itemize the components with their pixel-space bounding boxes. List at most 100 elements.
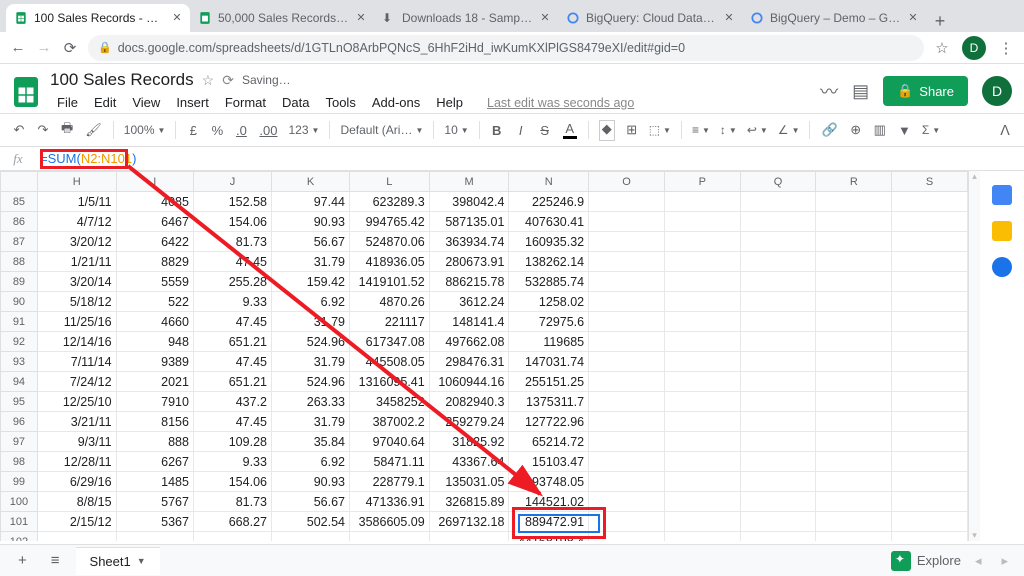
menu-view[interactable]: View (125, 92, 167, 113)
cell[interactable] (664, 232, 740, 252)
comment-button[interactable]: ⊕ (845, 118, 867, 142)
cell[interactable] (664, 432, 740, 452)
add-sheet-button[interactable]: + (10, 548, 35, 573)
cell[interactable]: 445508.05 (350, 352, 430, 372)
cell[interactable] (271, 532, 349, 542)
row-header[interactable]: 88 (1, 252, 38, 272)
cell[interactable]: 47.45 (193, 412, 271, 432)
cell[interactable] (892, 292, 968, 312)
grid-scroll[interactable]: HIJKLMNOPQRS 851/5/114085152.5897.446232… (0, 171, 968, 541)
cell[interactable]: 11/25/16 (37, 312, 116, 332)
percent-button[interactable]: % (206, 119, 228, 142)
cell[interactable] (589, 532, 665, 542)
cell[interactable]: 2/15/12 (37, 512, 116, 532)
chart-button[interactable]: ▥ (869, 118, 891, 142)
functions-button[interactable]: Σ▼ (918, 121, 944, 139)
cell[interactable] (816, 212, 892, 232)
cell[interactable]: 144521.02 (509, 492, 589, 512)
cell[interactable] (816, 472, 892, 492)
column-header[interactable]: P (664, 172, 740, 192)
cell[interactable] (740, 352, 816, 372)
cell[interactable]: 524.96 (271, 372, 349, 392)
cell[interactable] (816, 512, 892, 532)
cell[interactable]: 1316095.41 (350, 372, 430, 392)
browser-tab[interactable]: BigQuery: Cloud Data Wareho ✕ (558, 4, 742, 32)
cell[interactable]: 3458252 (350, 392, 430, 412)
cell[interactable]: 12/25/10 (37, 392, 116, 412)
cell[interactable] (589, 472, 665, 492)
cell[interactable] (740, 452, 816, 472)
currency-button[interactable]: £ (182, 119, 204, 142)
cell[interactable]: 127722.96 (509, 412, 589, 432)
cell[interactable]: 363934.74 (429, 232, 509, 252)
cell[interactable]: 154.06 (193, 472, 271, 492)
cell[interactable]: 948 (116, 332, 193, 352)
cell[interactable] (740, 252, 816, 272)
profile-avatar[interactable]: D (962, 36, 986, 60)
cell[interactable] (589, 512, 665, 532)
cell[interactable] (892, 352, 968, 372)
kebab-icon[interactable]: ⋮ (998, 40, 1014, 56)
cell[interactable]: 5/18/12 (37, 292, 116, 312)
cell[interactable] (589, 332, 665, 352)
cell[interactable] (589, 372, 665, 392)
cell[interactable] (816, 432, 892, 452)
cell[interactable]: 9.33 (193, 452, 271, 472)
cell[interactable] (740, 412, 816, 432)
cell[interactable]: 43367.64 (429, 452, 509, 472)
cell[interactable]: 1375311.7 (509, 392, 589, 412)
cell[interactable] (740, 272, 816, 292)
cell[interactable]: 5559 (116, 272, 193, 292)
cell[interactable]: 617347.08 (350, 332, 430, 352)
cell[interactable]: 398042.4 (429, 192, 509, 212)
borders-button[interactable]: ⊞ (621, 118, 643, 142)
paint-format-button[interactable]: 🖌 (80, 118, 107, 142)
cell[interactable]: 3586605.09 (350, 512, 430, 532)
cell[interactable]: 47.45 (193, 252, 271, 272)
cell[interactable] (740, 372, 816, 392)
row-header[interactable]: 90 (1, 292, 38, 312)
cell[interactable]: 225246.9 (509, 192, 589, 212)
cell[interactable]: 1/5/11 (37, 192, 116, 212)
cell[interactable] (816, 272, 892, 292)
cell[interactable] (740, 232, 816, 252)
menu-addons[interactable]: Add-ons (365, 92, 427, 113)
cell[interactable] (892, 252, 968, 272)
row-header[interactable]: 86 (1, 212, 38, 232)
cell[interactable] (816, 412, 892, 432)
row-header[interactable]: 89 (1, 272, 38, 292)
cell[interactable]: 6467 (116, 212, 193, 232)
cell[interactable]: 1060944.16 (429, 372, 509, 392)
cell[interactable] (589, 432, 665, 452)
cell[interactable]: 651.21 (193, 332, 271, 352)
cell[interactable]: 255.28 (193, 272, 271, 292)
all-sheets-button[interactable]: ≡ (43, 548, 68, 573)
cell[interactable] (350, 532, 430, 542)
italic-button[interactable]: I (510, 119, 532, 142)
scroll-left-icon[interactable]: ◂ (969, 553, 988, 569)
cell[interactable]: 9/3/11 (37, 432, 116, 452)
cell[interactable] (193, 532, 271, 542)
cell[interactable]: 888 (116, 432, 193, 452)
bold-button[interactable]: B (486, 119, 508, 142)
browser-tab[interactable]: 50,000 Sales Records - Goog ✕ (190, 4, 374, 32)
cell[interactable] (816, 392, 892, 412)
cell[interactable] (740, 532, 816, 542)
cell[interactable]: 502.54 (271, 512, 349, 532)
cell[interactable] (664, 312, 740, 332)
cell[interactable] (892, 232, 968, 252)
cell[interactable] (816, 332, 892, 352)
redo-button[interactable]: ↷ (32, 118, 54, 142)
cell[interactable]: 47.45 (193, 312, 271, 332)
cell[interactable]: 522 (116, 292, 193, 312)
menu-tools[interactable]: Tools (318, 92, 362, 113)
formula-input[interactable]: =SUM(N2:N101) (36, 151, 1024, 166)
cell[interactable] (816, 312, 892, 332)
cell[interactable]: 255151.25 (509, 372, 589, 392)
menu-file[interactable]: File (50, 92, 85, 113)
cell[interactable]: 3/20/12 (37, 232, 116, 252)
cell[interactable]: 587135.01 (429, 212, 509, 232)
cell[interactable] (892, 512, 968, 532)
cell[interactable]: 2082940.3 (429, 392, 509, 412)
cell[interactable] (892, 492, 968, 512)
